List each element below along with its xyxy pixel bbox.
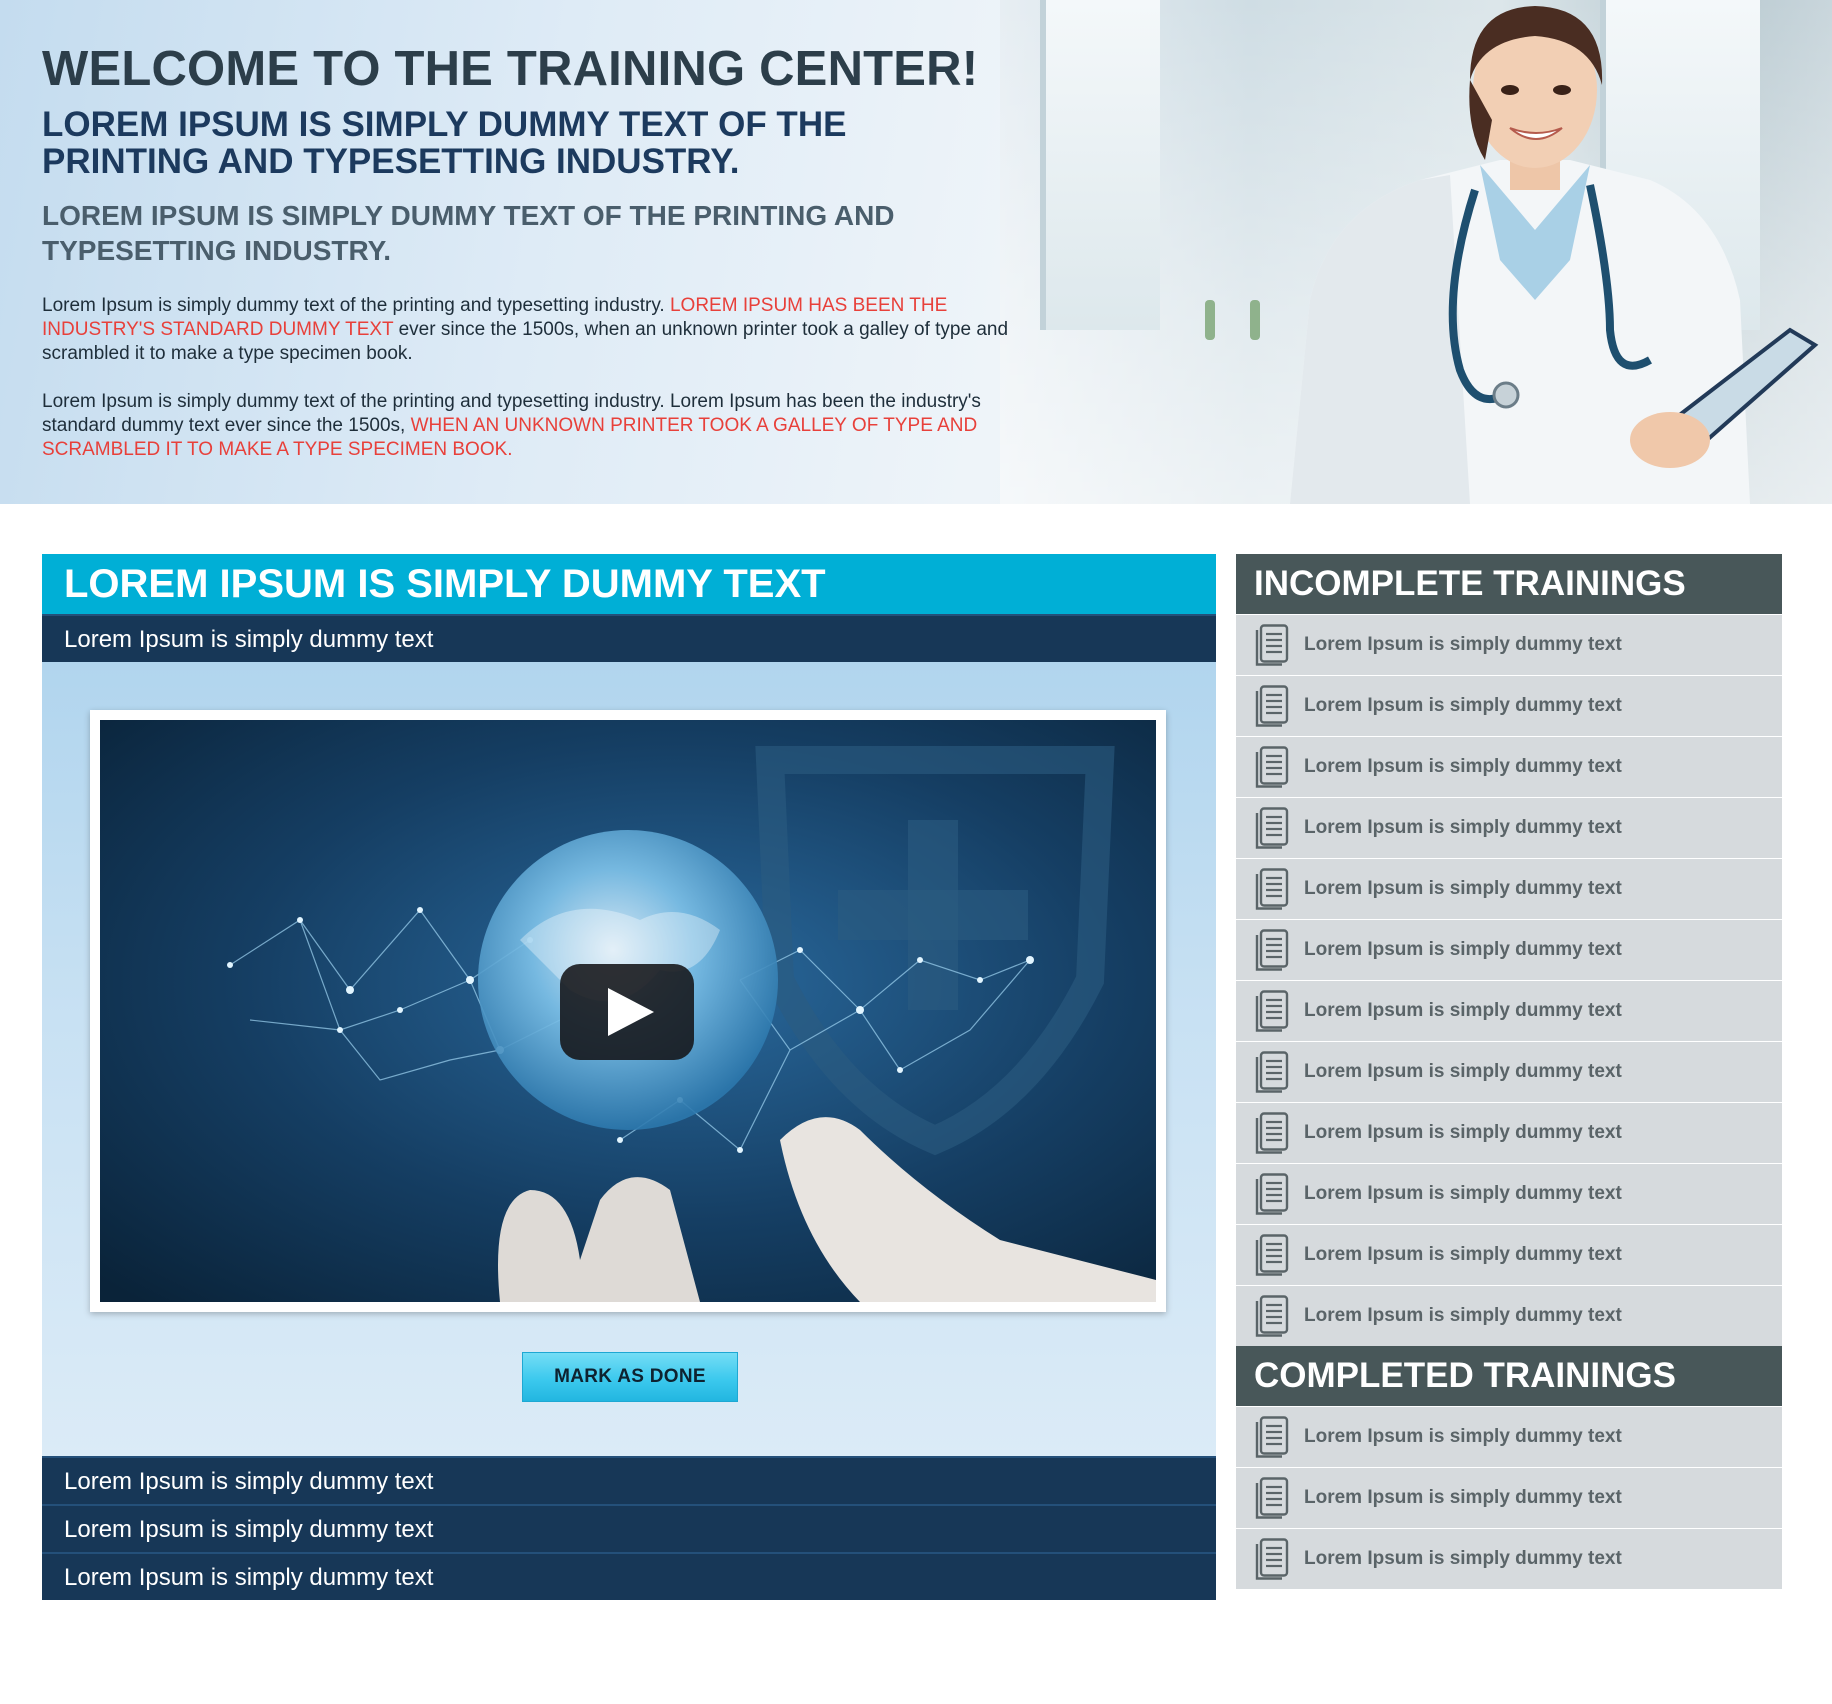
completed-trainings-list: Lorem Ipsum is simply dummy text Lorem Ip… [1236,1406,1782,1589]
training-item-label: Lorem Ipsum is simply dummy text [1304,878,1622,899]
training-item[interactable]: Lorem Ipsum is simply dummy text [1236,1406,1782,1467]
mark-as-done-button[interactable]: MARK AS DONE [522,1352,738,1402]
section-bar[interactable]: Lorem Ipsum is simply dummy text [42,1552,1216,1600]
training-item[interactable]: Lorem Ipsum is simply dummy text [1236,919,1782,980]
training-item-label: Lorem Ipsum is simply dummy text [1304,939,1622,960]
document-icon [1255,1416,1289,1458]
hero-subtitle-secondary: LOREM IPSUM IS SIMPLY DUMMY TEXT OF THE … [42,200,895,266]
page-title: WELCOME TO THE TRAINING CENTER! [42,42,979,96]
training-item-label: Lorem Ipsum is simply dummy text [1304,1487,1622,1508]
document-icon [1255,1112,1289,1154]
training-item-label: Lorem Ipsum is simply dummy text [1304,634,1622,655]
training-panel: LOREM IPSUM IS SIMPLY DUMMY TEXT Lorem I… [42,554,1216,1600]
training-item[interactable]: Lorem Ipsum is simply dummy text [1236,980,1782,1041]
hero-banner: WELCOME TO THE TRAINING CENTER! LOREM IP… [0,0,1832,504]
training-item-label: Lorem Ipsum is simply dummy text [1304,1122,1622,1143]
training-item[interactable]: Lorem Ipsum is simply dummy text [1236,1041,1782,1102]
document-icon [1255,929,1289,971]
section-list: Lorem Ipsum is simply dummy text Lorem I… [42,1456,1216,1600]
training-item-label: Lorem Ipsum is simply dummy text [1304,817,1622,838]
training-item-label: Lorem Ipsum is simply dummy text [1304,1000,1622,1021]
hero-paragraph-2: Lorem Ipsum is simply dummy text of the … [42,390,1042,462]
training-item-label: Lorem Ipsum is simply dummy text [1304,1305,1622,1326]
completed-trainings-title: COMPLETED TRAININGS [1236,1346,1782,1406]
incomplete-trainings-list: Lorem Ipsum is simply dummy text Lorem Ip… [1236,614,1782,1346]
training-item[interactable]: Lorem Ipsum is simply dummy text [1236,858,1782,919]
training-item[interactable]: Lorem Ipsum is simply dummy text [1236,1285,1782,1346]
training-item-label: Lorem Ipsum is simply dummy text [1304,1061,1622,1082]
section-bar[interactable]: Lorem Ipsum is simply dummy text [42,1504,1216,1552]
training-item[interactable]: Lorem Ipsum is simply dummy text [1236,797,1782,858]
training-item-label: Lorem Ipsum is simply dummy text [1304,695,1622,716]
hero-text: WELCOME TO THE TRAINING CENTER! LOREM IP… [42,40,1032,462]
document-icon [1255,807,1289,849]
hero-paragraph-1-start: Lorem Ipsum is simply dummy text of the … [42,295,670,316]
training-item-label: Lorem Ipsum is simply dummy text [1304,1426,1622,1447]
document-icon [1255,990,1289,1032]
hero-subtitle-primary: LOREM IPSUM IS SIMPLY DUMMY TEXT OF THE … [42,105,847,181]
hero-paragraph-1: Lorem Ipsum is simply dummy text of the … [42,294,1042,366]
training-item[interactable]: Lorem Ipsum is simply dummy text [1236,736,1782,797]
document-icon [1255,1477,1289,1519]
document-icon [1255,1295,1289,1337]
document-icon [1255,1051,1289,1093]
video-area: MARK AS DONE [42,662,1216,1456]
document-icon [1255,1538,1289,1580]
training-item[interactable]: Lorem Ipsum is simply dummy text [1236,1224,1782,1285]
trainings-sidebar: INCOMPLETE TRAININGS Lorem Ipsum is simp… [1236,554,1782,1589]
document-icon [1255,685,1289,727]
incomplete-trainings-title: INCOMPLETE TRAININGS [1236,554,1782,614]
training-item-label: Lorem Ipsum is simply dummy text [1304,1548,1622,1569]
training-item-label: Lorem Ipsum is simply dummy text [1304,1183,1622,1204]
section-bar[interactable]: Lorem Ipsum is simply dummy text [42,1456,1216,1504]
doctor-photo [1290,6,1819,504]
document-icon [1255,1173,1289,1215]
document-icon [1255,1234,1289,1276]
training-item-label: Lorem Ipsum is simply dummy text [1304,756,1622,777]
training-item[interactable]: Lorem Ipsum is simply dummy text [1236,1528,1782,1589]
training-item[interactable]: Lorem Ipsum is simply dummy text [1236,1467,1782,1528]
section-bar-active[interactable]: Lorem Ipsum is simply dummy text [42,614,1216,662]
document-icon [1255,746,1289,788]
training-item[interactable]: Lorem Ipsum is simply dummy text [1236,614,1782,675]
document-icon [1255,624,1289,666]
document-icon [1255,868,1289,910]
play-button[interactable] [560,964,694,1060]
training-panel-header: LOREM IPSUM IS SIMPLY DUMMY TEXT [42,554,1216,614]
training-item[interactable]: Lorem Ipsum is simply dummy text [1236,1163,1782,1224]
video-thumbnail [100,720,1156,1302]
video-player[interactable] [90,710,1166,1312]
training-item[interactable]: Lorem Ipsum is simply dummy text [1236,1102,1782,1163]
training-item-label: Lorem Ipsum is simply dummy text [1304,1244,1622,1265]
training-item[interactable]: Lorem Ipsum is simply dummy text [1236,675,1782,736]
